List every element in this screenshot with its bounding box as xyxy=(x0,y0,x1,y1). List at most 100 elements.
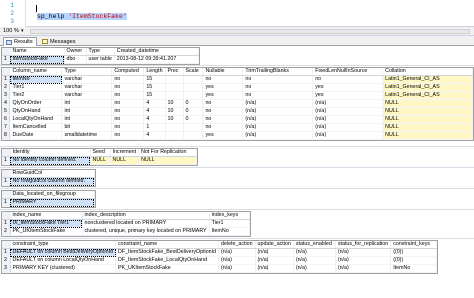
grid-cell[interactable]: int xyxy=(61,107,113,116)
table-row[interactable]: 8 DueDate smalldatetime no 4 yes (n/a) (n/a) NUL… xyxy=(2,131,473,140)
grid-cell[interactable]: no xyxy=(242,91,314,100)
grid-cell[interactable] xyxy=(165,83,184,92)
table-row[interactable]: 2 Tier1 varchar no 15 yes no yes Latin1_General_… xyxy=(2,83,473,92)
grid-cell[interactable]: no xyxy=(312,75,384,84)
table-row[interactable]: 1 PRIMARY xyxy=(2,198,95,207)
grid-cell[interactable]: (n/a) xyxy=(242,99,314,108)
grid-cell[interactable]: ItemNo xyxy=(209,227,250,236)
grid-divider[interactable] xyxy=(0,188,474,189)
table-row[interactable]: 1 No rowguidcol column defined. xyxy=(2,177,95,186)
grid-cell[interactable]: bit xyxy=(61,123,113,132)
grid-cell[interactable]: ItemNo xyxy=(390,264,438,273)
column-header[interactable]: index_name xyxy=(10,212,83,220)
column-header[interactable]: TrimTrailingBlanks xyxy=(242,68,314,76)
column-header[interactable]: Column_name xyxy=(9,68,63,76)
result-grid-rowguidcol[interactable]: RowGuidCol 1 No rowguidcol column defined… xyxy=(1,169,96,187)
column-header[interactable]: Collation xyxy=(382,68,473,76)
grid-cell[interactable]: IX_ItemStockFake Tier1 xyxy=(10,219,83,228)
grid-cell[interactable]: 15 xyxy=(143,75,166,84)
grid-cell[interactable]: (n/a) xyxy=(335,248,392,257)
column-header[interactable]: Prec xyxy=(165,68,184,76)
chevron-down-icon[interactable]: ▾ xyxy=(21,29,27,34)
grid-cell[interactable]: (n/a) xyxy=(312,131,384,140)
zoom-level[interactable]: 100 % xyxy=(3,27,19,36)
grid-cell[interactable]: smalldatetime xyxy=(61,131,113,140)
grid-cell[interactable]: 1 xyxy=(143,123,166,132)
grid-cell[interactable]: DF_ItemStockFake_LocalQtyOnHand xyxy=(115,256,220,265)
grid-cell[interactable]: no xyxy=(111,99,145,108)
column-header[interactable]: FixedLenNullInSource xyxy=(312,68,384,76)
grid-cell[interactable]: int xyxy=(61,115,113,124)
grid-cell[interactable]: user table xyxy=(86,55,115,64)
column-header[interactable]: index_keys xyxy=(209,212,250,220)
grid-cell[interactable]: NULL xyxy=(90,156,111,165)
grid-cell[interactable]: (n/a) xyxy=(255,248,294,257)
grid-cell[interactable]: 4 xyxy=(143,99,166,108)
grid-cell[interactable]: clustered, unique, primary key located o… xyxy=(82,227,210,236)
grid-cell[interactable] xyxy=(165,131,184,140)
grid-cell[interactable]: 10 xyxy=(165,99,184,108)
grid-cell[interactable]: no xyxy=(202,107,244,116)
grid-cell[interactable]: varchar xyxy=(61,91,113,100)
grid-cell[interactable]: 10 xyxy=(165,107,184,116)
grid-cell[interactable]: yes xyxy=(202,83,244,92)
grid-cell[interactable]: varchar xyxy=(61,83,113,92)
grid-cell[interactable]: NULL xyxy=(382,99,473,108)
column-header[interactable]: Scale xyxy=(183,68,204,76)
result-grid-filegroup[interactable]: Data_located_on_filegroup 1 PRIMARY xyxy=(1,190,96,208)
grid-cell[interactable]: 2013-08-12 09:39:41.207 xyxy=(114,55,199,64)
grid-cell[interactable]: NULL xyxy=(110,156,140,165)
column-header[interactable]: Not For Replication xyxy=(138,149,198,157)
grid-cell[interactable] xyxy=(165,91,184,100)
result-grid-constraints[interactable]: constraint_type constraint_name delete_a… xyxy=(1,240,439,274)
grid-cell[interactable]: int xyxy=(61,99,113,108)
grid-cell[interactable]: (n/a) xyxy=(218,264,256,273)
grid-cell[interactable]: nonclustered located on PRIMARY xyxy=(82,219,210,228)
column-header[interactable]: constraint_keys xyxy=(390,241,438,249)
grid-cell[interactable]: (n/a) xyxy=(335,256,392,265)
table-row[interactable]: 1 ItemStockFake dbo user table 2013-08-1… xyxy=(2,55,199,64)
grid-divider[interactable] xyxy=(0,65,474,66)
grid-cell[interactable] xyxy=(183,91,204,100)
table-row[interactable]: 5 QtyOnHand int no 4 10 0 no (n/a) (n/a) NULL xyxy=(2,107,473,116)
column-header[interactable]: RowGuidCol xyxy=(10,170,95,178)
column-header[interactable]: Data_located_on_filegroup xyxy=(10,191,95,199)
grid-cell[interactable]: (n/a) xyxy=(312,123,384,132)
grid-cell[interactable]: (n/a) xyxy=(312,115,384,124)
grid-cell[interactable]: yes xyxy=(202,131,244,140)
query-text[interactable]: sp_help 'ItemStockFake' xyxy=(37,12,127,21)
grid-cell[interactable]: PRIMARY KEY (clustered) xyxy=(10,264,116,273)
grid-cell[interactable]: varchar xyxy=(61,75,113,84)
table-row[interactable]: 6 LocalQtyOnHand int no 4 10 0 no (n/a) (n/a) NULL xyxy=(2,115,473,124)
grid-cell[interactable]: (n/a) xyxy=(242,123,314,132)
column-header[interactable]: update_action xyxy=(255,241,294,249)
result-grid-columns[interactable]: Column_name Type Computed Length Prec Sc… xyxy=(1,67,474,141)
table-row[interactable]: 1 ItemNo varchar no 15 no no no Latin1_General_C… xyxy=(2,75,473,84)
grid-cell[interactable]: (n/a) xyxy=(242,115,314,124)
column-header[interactable]: Nullable xyxy=(202,68,244,76)
grid-cell[interactable]: no xyxy=(111,107,145,116)
grid-cell[interactable]: (n/a) xyxy=(312,107,384,116)
grid-cell[interactable]: no xyxy=(111,75,145,84)
table-row[interactable]: 4 QtyOnOrder int no 4 10 0 no (n/a) (n/a) NULL xyxy=(2,99,473,108)
grid-cell[interactable]: DEFAULT on column BestDeliveryOptionId xyxy=(10,248,116,257)
grid-cell[interactable]: Latin1_General_CI_AS xyxy=(382,83,473,92)
grid-cell[interactable]: 15 xyxy=(143,91,166,100)
grid-cell[interactable]: ItemStockFake xyxy=(10,55,65,64)
grid-cell[interactable]: 4 xyxy=(143,131,166,140)
horizontal-scrollbar[interactable] xyxy=(30,29,470,34)
tab-messages[interactable]: Messages xyxy=(40,37,79,46)
query-editor[interactable]: 1 2 3 sp_help 'ItemStockFake' xyxy=(0,0,474,27)
tab-results[interactable]: Results xyxy=(3,37,37,46)
column-header[interactable]: Identity xyxy=(10,149,91,157)
grid-cell[interactable]: no xyxy=(111,91,145,100)
grid-divider[interactable] xyxy=(0,209,474,210)
grid-cell[interactable] xyxy=(165,123,184,132)
grid-cell[interactable]: dbo xyxy=(64,55,87,64)
grid-cell[interactable]: 0 xyxy=(183,99,204,108)
table-row[interactable]: 2 PK_UKItemStockFake clustered, unique, … xyxy=(2,227,250,236)
grid-cell[interactable]: no xyxy=(111,123,145,132)
grid-cell[interactable]: Latin1_General_CI_AS xyxy=(382,75,473,84)
grid-cell[interactable]: yes xyxy=(312,91,384,100)
column-header[interactable]: status_enabled xyxy=(293,241,336,249)
